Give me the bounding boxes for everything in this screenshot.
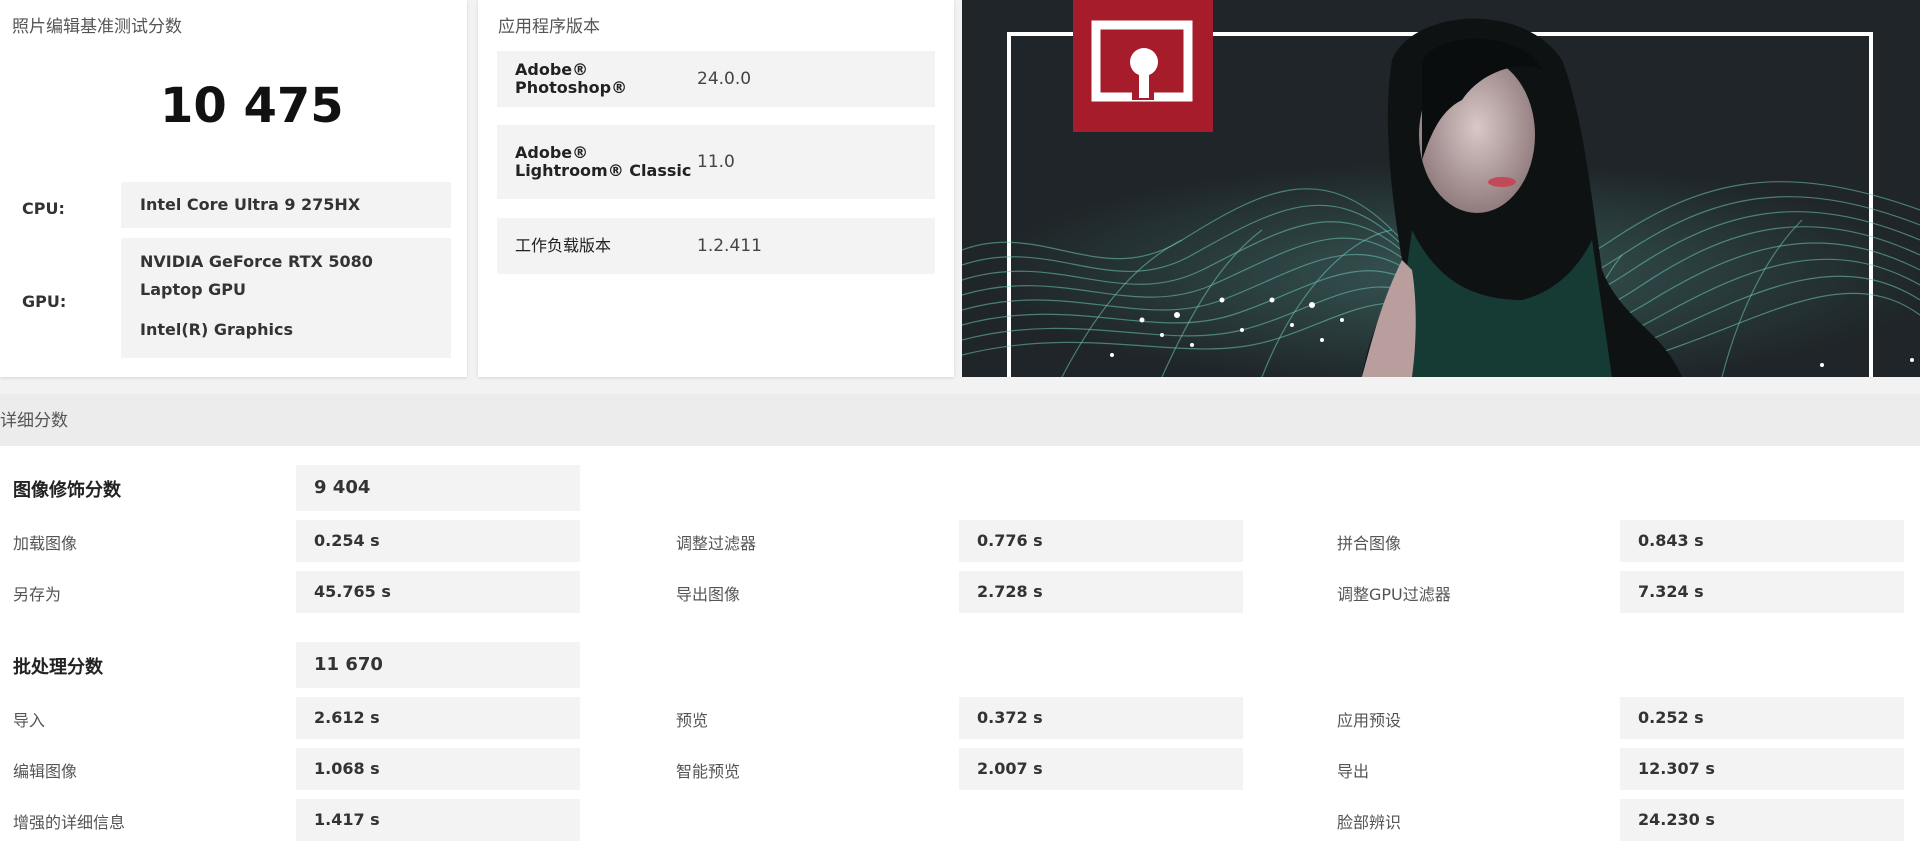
metric-value: 1.068 s — [296, 748, 580, 790]
batch-processing-label: 批处理分数 — [13, 657, 103, 678]
gpu-label: GPU: — [22, 292, 67, 311]
app-card-title: 应用程序版本 — [498, 17, 600, 37]
app-row-workload: 工作负载版本 1.2.411 — [497, 218, 935, 274]
metric-label: 编辑图像 — [13, 762, 78, 781]
hero-banner-image — [962, 0, 1920, 377]
metric-label: 调整GPU过滤器 — [1337, 585, 1451, 604]
overall-score: 10 475 — [160, 78, 344, 134]
metric-value: 24.230 s — [1620, 799, 1904, 841]
app-row-photoshop: Adobe® Photoshop® 24.0.0 — [497, 51, 935, 107]
gpu-value-box: NVIDIA GeForce RTX 5080 Laptop GPU Intel… — [121, 238, 451, 358]
metric-value: 2.612 s — [296, 697, 580, 739]
metric-value: 0.372 s — [959, 697, 1243, 739]
metric-value: 0.776 s — [959, 520, 1243, 562]
metric-label: 另存为 — [13, 585, 62, 604]
score-card-title: 照片编辑基准测试分数 — [12, 17, 182, 37]
app-row-lightroom: Adobe® Lightroom® Classic 11.0 — [497, 125, 935, 199]
app-name: Adobe® Photoshop® — [515, 60, 628, 97]
hero-illustration — [962, 0, 1920, 377]
metric-label: 导入 — [13, 711, 46, 730]
detail-scores-header: 详细分数 — [0, 394, 1920, 446]
batch-processing-score: 11 670 — [296, 642, 580, 688]
metric-label: 调整过滤器 — [676, 534, 757, 553]
metric-value: 0.252 s — [1620, 697, 1904, 739]
metric-value: 1.417 s — [296, 799, 580, 841]
metric-label: 脸部辨识 — [1337, 813, 1402, 832]
detail-scores-panel: 图像修饰分数 9 404 加载图像 0.254 s 调整过滤器 0.776 s … — [0, 446, 1920, 861]
app-name: 工作负载版本 — [515, 236, 612, 255]
cpu-value: Intel Core Ultra 9 275HX — [121, 182, 451, 228]
app-version: 11.0 — [697, 152, 735, 172]
image-retouching-score: 9 404 — [296, 465, 580, 511]
metric-label: 应用预设 — [1337, 711, 1402, 730]
metric-value: 2.728 s — [959, 571, 1243, 613]
metric-label: 智能预览 — [676, 762, 741, 781]
metric-value: 12.307 s — [1620, 748, 1904, 790]
detail-scores-title: 详细分数 — [0, 411, 68, 431]
metric-value: 2.007 s — [959, 748, 1243, 790]
metric-value: 0.254 s — [296, 520, 580, 562]
app-version: 24.0.0 — [697, 69, 752, 89]
app-versions-card: 应用程序版本 Adobe® Photoshop® 24.0.0 Adobe® L… — [478, 0, 954, 377]
metric-label: 加载图像 — [13, 534, 78, 553]
metric-label: 增强的详细信息 — [13, 813, 126, 832]
metric-label: 导出 — [1337, 762, 1370, 781]
benchmark-score-card: 照片编辑基准测试分数 10 475 CPU: Intel Core Ultra … — [0, 0, 467, 377]
gpu-value-secondary: Intel(R) Graphics — [140, 320, 293, 339]
metric-label: 预览 — [676, 711, 709, 730]
procyon-photo-logo-icon — [1073, 0, 1213, 132]
image-retouching-label: 图像修饰分数 — [13, 480, 121, 501]
metric-value: 7.324 s — [1620, 571, 1904, 613]
app-name: Adobe® Lightroom® Classic — [515, 143, 692, 180]
metric-label: 导出图像 — [676, 585, 741, 604]
cpu-label: CPU: — [22, 199, 65, 218]
app-version: 1.2.411 — [697, 236, 762, 256]
metric-value: 45.765 s — [296, 571, 580, 613]
gpu-value-primary: NVIDIA GeForce RTX 5080 Laptop GPU — [140, 252, 373, 299]
metric-label: 拼合图像 — [1337, 534, 1402, 553]
metric-value: 0.843 s — [1620, 520, 1904, 562]
